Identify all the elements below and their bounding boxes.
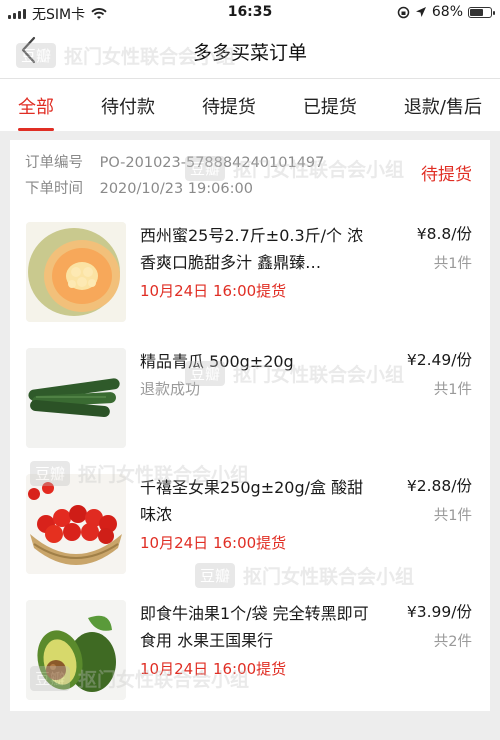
order-number-value: PO-201023-578884240101497 [99,155,325,171]
avocado-image [26,600,126,700]
status-bar: 无SIM卡 16:35 68% [0,0,500,24]
lock-rotation-icon [397,6,410,18]
item-price: ¥3.99/份 [406,603,472,621]
tab-bar: 全部 待付款 待提货 已提货 退款/售后 [0,79,500,131]
item-price: ¥2.49/份 [406,351,472,369]
status-right: 68% [397,4,495,20]
pickup-time: 10月24日 16:00提货 [140,282,287,300]
order-time-value: 2020/10/23 19:06:00 [99,181,253,197]
tab-refund-aftersale[interactable]: 退款/售后 [404,79,482,131]
item-quantity: 共1件 [433,508,472,524]
tab-pending-pickup[interactable]: 待提货 [202,79,256,131]
order-item[interactable]: 精品青瓜 500g±20g 退款成功 ¥2.49/份 共1件 [10,348,490,488]
order-card[interactable]: 订单编号 PO-201023-578884240101497 下单时间 2020… [10,140,490,711]
item-quantity: 共2件 [433,634,472,650]
item-name: 即食牛油果1个/袋 完全转黑即可食用 水果王国果行 [140,604,369,650]
tab-all[interactable]: 全部 [18,79,54,131]
melon-image [26,222,126,322]
battery-fill [470,8,483,16]
order-item[interactable]: 西州蜜25号2.7斤±0.3斤/个 浓香爽口脆甜多汁 鑫鼎臻… 10月24日 1… [10,222,490,362]
order-time-label: 下单时间 [25,181,83,197]
refund-status: 退款成功 [140,380,201,398]
order-item[interactable]: 千禧圣女果250g±20g/盒 酸甜味浓 10月24日 16:00提货 ¥2.8… [10,474,490,614]
item-name: 精品青瓜 500g±20g [140,352,294,371]
item-name: 西州蜜25号2.7斤±0.3斤/个 浓香爽口脆甜多汁 鑫鼎臻… [140,226,364,272]
order-time-row: 下单时间 2020/10/23 19:06:00 [25,176,324,202]
item-quantity: 共1件 [433,256,472,272]
item-price: ¥8.8/份 [416,225,472,243]
order-status: 待提货 [421,165,472,185]
order-meta: 订单编号 PO-201023-578884240101497 下单时间 2020… [25,150,324,202]
order-number-label: 订单编号 [25,155,83,171]
page-title: 多多买菜订单 [192,42,307,64]
item-quantity: 共1件 [433,382,472,398]
tab-picked-up[interactable]: 已提货 [303,79,357,131]
header: 多多买菜订单 [0,24,500,79]
item-price: ¥2.88/份 [406,477,472,495]
location-icon [415,7,426,17]
order-number-row: 订单编号 PO-201023-578884240101497 [25,150,324,176]
tomato-image [26,474,126,574]
pickup-time: 10月24日 16:00提货 [140,660,287,678]
cucumber-image [26,348,126,448]
battery-percent: 68% [431,4,463,20]
tab-pending-payment[interactable]: 待付款 [101,79,155,131]
order-item[interactable]: 即食牛油果1个/袋 完全转黑即可食用 水果王国果行 10月24日 16:00提货… [10,600,490,740]
battery-icon [468,6,495,18]
pickup-time: 10月24日 16:00提货 [140,534,287,552]
item-name: 千禧圣女果250g±20g/盒 酸甜味浓 [140,478,364,524]
